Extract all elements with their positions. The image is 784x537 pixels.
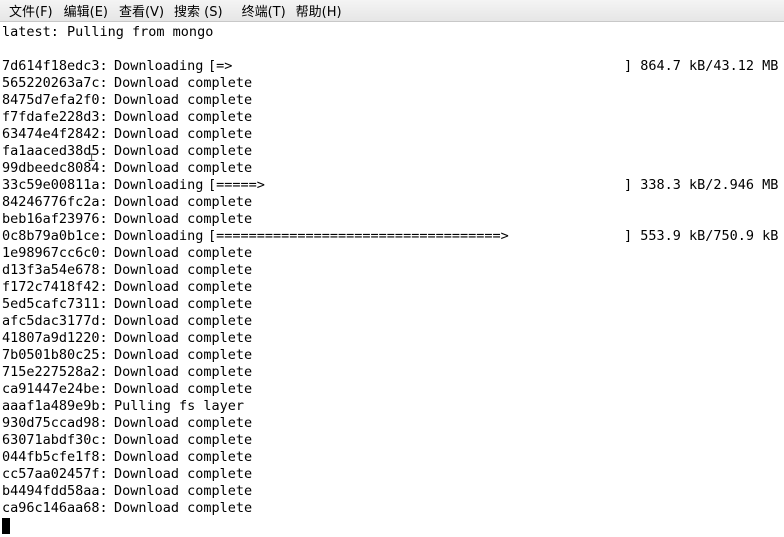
layer-line: beb16af23976: Download complete bbox=[2, 211, 252, 228]
menu-view[interactable]: 查看(V) bbox=[119, 1, 164, 20]
layer-progress-bar: [===================================> bbox=[208, 228, 509, 244]
layer-line: 63071abdf30c: Download complete bbox=[2, 432, 252, 449]
layer-id: 0c8b79a0b1ce: bbox=[2, 228, 108, 244]
menu-edit[interactable]: 编辑(E) bbox=[64, 1, 108, 20]
layer-line: 5ed5cafc7311: Download complete bbox=[2, 296, 252, 313]
layer-id: 8475d7efa2f0: bbox=[2, 92, 108, 108]
layer-id: 930d75ccad98: bbox=[2, 415, 108, 431]
layer-id: 84246776fc2a: bbox=[2, 194, 108, 210]
layer-line: ca96c146aa68: Download complete bbox=[2, 500, 252, 517]
terminal-window: 文件(F) 编辑(E) 查看(V) 搜索 (S) 终端(T) 帮助(H) lat… bbox=[0, 0, 784, 537]
layer-id: afc5dac3177d: bbox=[2, 313, 108, 329]
layer-status: Download complete bbox=[114, 330, 253, 346]
layer-line: 565220263a7c: Download complete bbox=[2, 75, 252, 92]
layer-id: 63474e4f2842: bbox=[2, 126, 108, 142]
ibeam-pointer-icon: ⌶ bbox=[88, 150, 96, 164]
layer-status: Download complete bbox=[114, 160, 253, 176]
layer-status: Download complete bbox=[114, 245, 253, 261]
layer-line: afc5dac3177d: Download complete bbox=[2, 313, 252, 330]
layer-id: 565220263a7c: bbox=[2, 75, 108, 91]
layer-line: b4494fdd58aa: Download complete bbox=[2, 483, 252, 500]
layer-status: Download complete bbox=[114, 415, 253, 431]
layer-status: Downloading bbox=[114, 177, 204, 193]
layer-progress-bar: [=> bbox=[208, 58, 233, 74]
layer-line: 0c8b79a0b1ce: Downloading [===============… bbox=[2, 228, 778, 245]
layer-status: Download complete bbox=[114, 92, 253, 108]
layer-id: beb16af23976: bbox=[2, 211, 108, 227]
layer-line: ca91447e24be: Download complete bbox=[2, 381, 252, 398]
layer-line: 7d614f18edc3: Downloading [=> ] 864.7 kB/43… bbox=[2, 58, 778, 75]
layer-line: cc57aa02457f: Download complete bbox=[2, 466, 252, 483]
layer-status: Download complete bbox=[114, 364, 253, 380]
layer-line: aaaf1a489e9b: Pulling fs layer bbox=[2, 398, 244, 415]
layer-id: 5ed5cafc7311: bbox=[2, 296, 108, 312]
layer-id: ca96c146aa68: bbox=[2, 500, 108, 516]
layer-line: 930d75ccad98: Download complete bbox=[2, 415, 252, 432]
layer-line: 7b0501b80c25: Download complete bbox=[2, 347, 252, 364]
terminal-output[interactable]: latest: Pulling from mongo 7d614f18edc3:… bbox=[2, 24, 784, 537]
layer-line: 044fb5cfe1f8: Download complete bbox=[2, 449, 252, 466]
layer-status: Download complete bbox=[114, 279, 253, 295]
menu-bar: 文件(F) 编辑(E) 查看(V) 搜索 (S) 终端(T) 帮助(H) bbox=[0, 0, 784, 22]
layer-progress-text: ] 553.9 kB/750.9 kB bbox=[624, 228, 779, 244]
layer-status: Download complete bbox=[114, 347, 253, 363]
menu-help[interactable]: 帮助(H) bbox=[296, 1, 342, 20]
layer-line: 84246776fc2a: Download complete bbox=[2, 194, 252, 211]
layer-line: 33c59e00811a: Downloading [=====> ] 338.3 k… bbox=[2, 177, 778, 194]
layer-line: d13f3a54e678: Download complete bbox=[2, 262, 252, 279]
layer-line: 715e227528a2: Download complete bbox=[2, 364, 252, 381]
layer-line: f172c7418f42: Download complete bbox=[2, 279, 252, 296]
layer-line: 63474e4f2842: Download complete bbox=[2, 126, 252, 143]
menu-search[interactable]: 搜索 (S) bbox=[174, 1, 223, 20]
layer-id: 7b0501b80c25: bbox=[2, 347, 108, 363]
menu-terminal[interactable]: 终端(T) bbox=[242, 1, 286, 20]
layer-status: Download complete bbox=[114, 194, 253, 210]
layer-status: Downloading bbox=[114, 228, 204, 244]
layer-line: f7fdafe228d3: Download complete bbox=[2, 109, 252, 126]
terminal-header-line: latest: Pulling from mongo bbox=[2, 24, 214, 40]
layer-id: 7d614f18edc3: bbox=[2, 58, 108, 74]
layer-status: Download complete bbox=[114, 75, 253, 91]
layer-status: Download complete bbox=[114, 483, 253, 499]
layer-id: 63071abdf30c: bbox=[2, 432, 108, 448]
layer-line: 1e98967cc6c0: Download complete bbox=[2, 245, 252, 262]
layer-status: Download complete bbox=[114, 432, 253, 448]
layer-id: ca91447e24be: bbox=[2, 381, 108, 397]
layer-status: Download complete bbox=[114, 296, 253, 312]
terminal-cursor bbox=[2, 518, 10, 534]
layer-status: Download complete bbox=[114, 262, 253, 278]
layer-id: 1e98967cc6c0: bbox=[2, 245, 108, 261]
layer-progress-text: ] 338.3 kB/2.946 MB bbox=[624, 177, 779, 193]
layer-progress-text: ] 864.7 kB/43.12 MB bbox=[624, 58, 779, 74]
layer-status: Download complete bbox=[114, 466, 253, 482]
layer-status: Download complete bbox=[114, 449, 253, 465]
layer-status: Downloading bbox=[114, 58, 204, 74]
layer-line: 41807a9d1220: Download complete bbox=[2, 330, 252, 347]
layer-id: d13f3a54e678: bbox=[2, 262, 108, 278]
layer-id: 33c59e00811a: bbox=[2, 177, 108, 193]
layer-status: Download complete bbox=[114, 143, 253, 159]
layer-id: b4494fdd58aa: bbox=[2, 483, 108, 499]
layer-id: 715e227528a2: bbox=[2, 364, 108, 380]
layer-progress-bar: [=====> bbox=[208, 177, 265, 193]
layer-status: Download complete bbox=[114, 109, 253, 125]
layer-status: Download complete bbox=[114, 126, 253, 142]
layer-status: Download complete bbox=[114, 381, 253, 397]
menu-file[interactable]: 文件(F) bbox=[9, 1, 53, 20]
layer-status: Download complete bbox=[114, 500, 253, 516]
layer-id: 044fb5cfe1f8: bbox=[2, 449, 108, 465]
layer-status: Download complete bbox=[114, 313, 253, 329]
layer-id: aaaf1a489e9b: bbox=[2, 398, 108, 414]
layer-status: Download complete bbox=[114, 211, 253, 227]
layer-id: f172c7418f42: bbox=[2, 279, 108, 295]
layer-id: 41807a9d1220: bbox=[2, 330, 108, 346]
layer-id: cc57aa02457f: bbox=[2, 466, 108, 482]
layer-id: f7fdafe228d3: bbox=[2, 109, 108, 125]
layer-status: Pulling fs layer bbox=[114, 398, 245, 414]
layer-line: 8475d7efa2f0: Download complete bbox=[2, 92, 252, 109]
